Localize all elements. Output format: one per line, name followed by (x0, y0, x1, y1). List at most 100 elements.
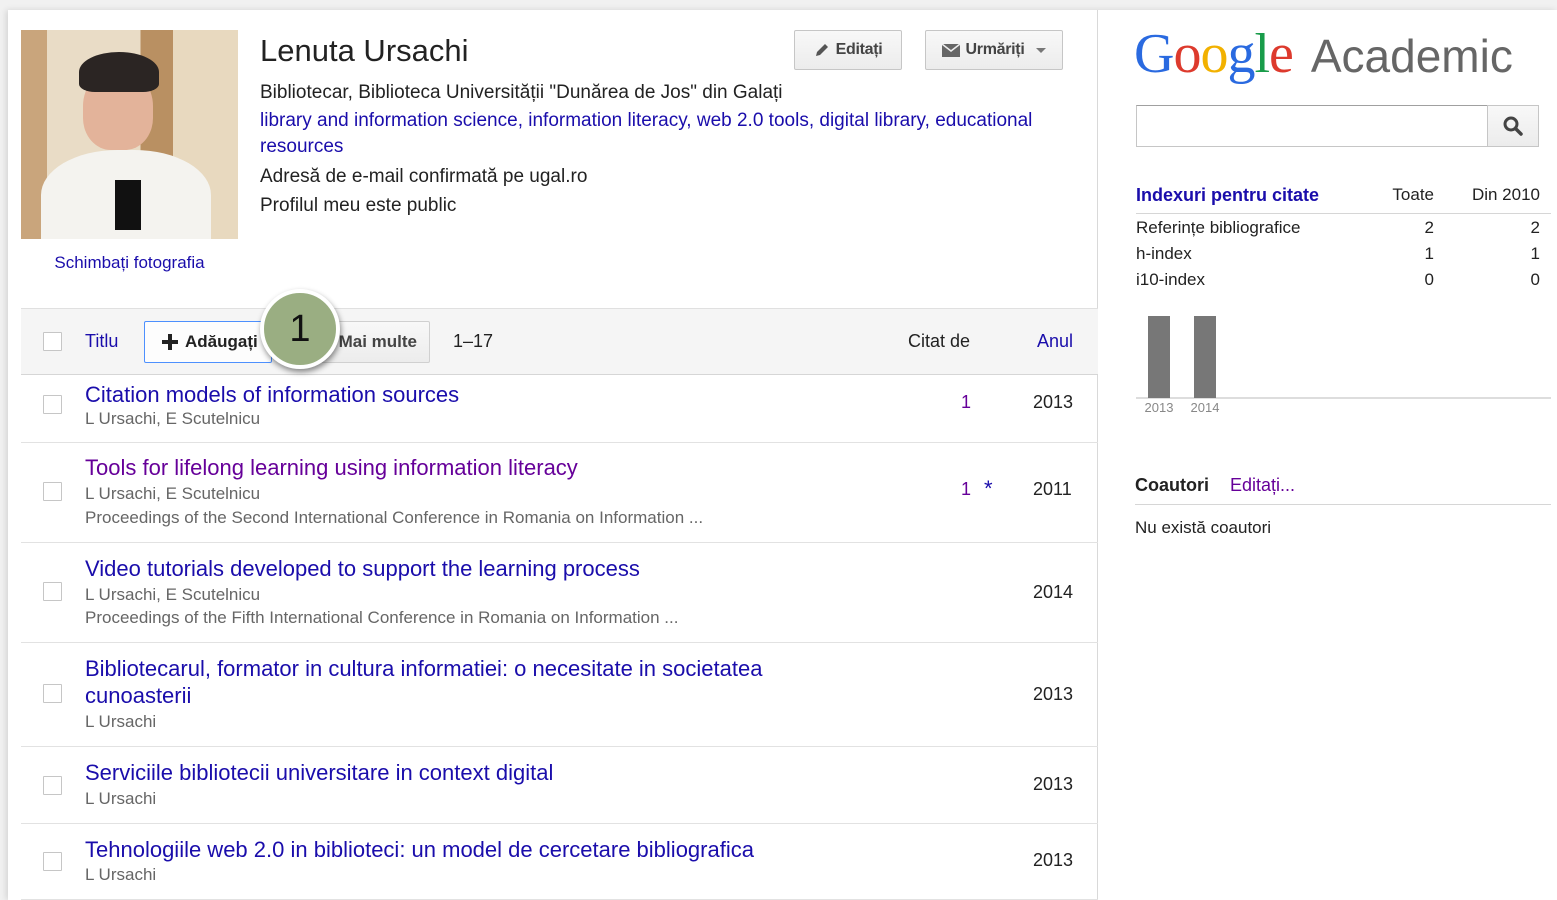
edit-profile-button[interactable]: Editați (794, 30, 902, 70)
article-venue: Proceedings of the Fifth International C… (85, 608, 679, 627)
citation-indices-title[interactable]: Indexuri pentru citate (1136, 185, 1319, 206)
article-checkbox[interactable] (43, 852, 62, 871)
citations-histogram: 2013 2014 (1136, 316, 1551, 415)
citation-index-since: 1 (1530, 244, 1540, 263)
article-checkbox[interactable] (43, 482, 62, 501)
interest-separator: , (808, 110, 820, 131)
coauthors-title: Coautori (1135, 475, 1209, 495)
add-button[interactable]: Adăugați (144, 321, 272, 363)
citation-index-row: i10-index 0 0 (1136, 266, 1551, 292)
add-label: Adăugați (185, 332, 258, 351)
page: Schimbați fotografia Lenuta Ursachi Bibl… (8, 10, 1557, 900)
article-venue: Proceedings of the Second International … (85, 508, 704, 527)
article-checkbox[interactable] (43, 582, 62, 601)
citation-index-all: 0 (1424, 270, 1434, 289)
article-authors: L Ursachi, E Scutelnicu (85, 585, 261, 604)
coauthors-edit-link[interactable]: Editați... (1230, 475, 1295, 496)
profile-main: Schimbați fotografia Lenuta Ursachi Bibl… (8, 10, 1098, 900)
article-authors: L Ursachi, E Scutelnicu (85, 409, 261, 428)
citation-index-since: 2 (1530, 218, 1540, 237)
article-year: 2014 (1033, 582, 1074, 602)
profile-photo (21, 30, 238, 239)
citation-index-name: i10-index (1136, 270, 1205, 289)
article-year: 2013 (1033, 684, 1074, 704)
article-authors: L Ursachi (85, 865, 157, 884)
edit-profile-label: Editați (835, 41, 883, 58)
article-authors: L Ursachi (85, 789, 157, 808)
citation-index-all: 1 (1424, 244, 1434, 263)
article-row: Tehnologiile web 2.0 in biblioteci: un m… (21, 824, 1098, 900)
article-row: Bibliotecarul, formator in cultura infor… (21, 643, 1098, 747)
article-row: Video tutorials developed to support the… (21, 543, 1098, 643)
interest-link[interactable]: web 2.0 tools (697, 110, 809, 131)
article-row: Tools for lifelong learning using inform… (21, 443, 1098, 543)
follow-label: Urmăriți (965, 41, 1025, 58)
article-year: 2013 (1033, 392, 1074, 412)
profile-name: Lenuta Ursachi (260, 33, 469, 68)
interest-link[interactable]: library and information science (260, 110, 518, 131)
citation-index-since: 0 (1530, 270, 1540, 289)
citation-index-name: Referințe bibliografice (1136, 218, 1301, 237)
article-title-link[interactable]: Tools for lifelong learning using inform… (85, 454, 845, 481)
article-row: Citation models of information sources L … (21, 367, 1098, 443)
histogram-bar (1148, 316, 1170, 398)
merged-citation-star[interactable]: * (984, 476, 993, 502)
pencil-icon (815, 44, 828, 56)
follow-button[interactable]: Urmăriți (925, 30, 1063, 70)
histogram-tick-label: 2014 (1191, 400, 1220, 415)
logo-google-text: Google (1134, 23, 1294, 85)
step-badge: 1 (260, 289, 340, 369)
cited-by-header: Citat de (908, 331, 971, 351)
interest-separator: , (686, 110, 697, 131)
article-title-link[interactable]: Citation models of information sources (85, 381, 845, 408)
change-photo-link[interactable]: Schimbați fotografia (21, 253, 238, 273)
coauthors-empty-note: Nu există coautori (1135, 518, 1272, 537)
cited-by-count-link[interactable]: 1 (961, 392, 971, 413)
interest-separator: , (924, 110, 936, 131)
profile-public-note: Profilul meu este public (260, 195, 457, 216)
profile-affiliation: Bibliotecar, Biblioteca Universității "D… (260, 82, 783, 103)
search-button[interactable] (1487, 105, 1539, 147)
sidebar: Google Academic Indexuri pentru citate To… (1098, 10, 1557, 900)
citation-indices-table: Indexuri pentru citate Toate Din 2010 Re… (1136, 182, 1551, 292)
article-title-link[interactable]: Serviciile bibliotecii universitare in c… (85, 759, 845, 786)
citation-indices-header: Indexuri pentru citate Toate Din 2010 (1136, 182, 1551, 214)
histogram-tick-label: 2013 (1145, 400, 1174, 415)
article-checkbox[interactable] (43, 776, 62, 795)
citation-index-row: h-index 1 1 (1136, 240, 1551, 266)
citation-index-all: 2 (1424, 218, 1434, 237)
search-input[interactable] (1136, 105, 1488, 147)
profile-email-note: Adresă de e-mail confirmată pe ugal.ro (260, 166, 588, 187)
chevron-down-icon (1036, 47, 1047, 53)
interest-separator: , (517, 110, 529, 131)
article-title-link[interactable]: Tehnologiile web 2.0 in biblioteci: un m… (85, 836, 845, 863)
article-checkbox[interactable] (43, 684, 62, 703)
article-authors: L Ursachi (85, 712, 157, 731)
profile-interests: library and information science, informa… (260, 108, 1040, 160)
article-row: Serviciile bibliotecii universitare in c… (21, 747, 1098, 824)
col-all-header: Toate (1392, 185, 1434, 204)
citation-index-row: Referințe bibliografice 2 2 (1136, 214, 1551, 240)
article-authors: L Ursachi, E Scutelnicu (85, 484, 261, 503)
sort-by-year[interactable]: Anul (1037, 331, 1073, 352)
col-since-header: Din 2010 (1471, 185, 1540, 204)
article-range: 1–17 (453, 331, 494, 351)
article-title-link[interactable]: Bibliotecarul, formator in cultura infor… (85, 655, 845, 709)
logo-product-text: Academic (1310, 30, 1513, 82)
article-title-link[interactable]: Video tutorials developed to support the… (85, 555, 845, 582)
interest-link[interactable]: digital library (819, 110, 924, 131)
sort-by-title[interactable]: Titlu (85, 331, 118, 352)
histogram-bar (1194, 316, 1216, 398)
google-scholar-logo: Google Academic (1134, 22, 1513, 86)
article-checkbox[interactable] (43, 395, 62, 414)
select-all-checkbox[interactable] (43, 332, 62, 351)
article-year: 2013 (1033, 850, 1074, 870)
envelope-icon (941, 43, 960, 57)
search-icon (1503, 116, 1523, 136)
cited-by-count-link[interactable]: 1 (961, 479, 971, 500)
plus-icon (162, 334, 178, 350)
article-year: 2011 (1033, 479, 1072, 499)
divider (1135, 504, 1551, 505)
interest-link[interactable]: information literacy (528, 110, 686, 131)
article-year: 2013 (1033, 774, 1074, 794)
